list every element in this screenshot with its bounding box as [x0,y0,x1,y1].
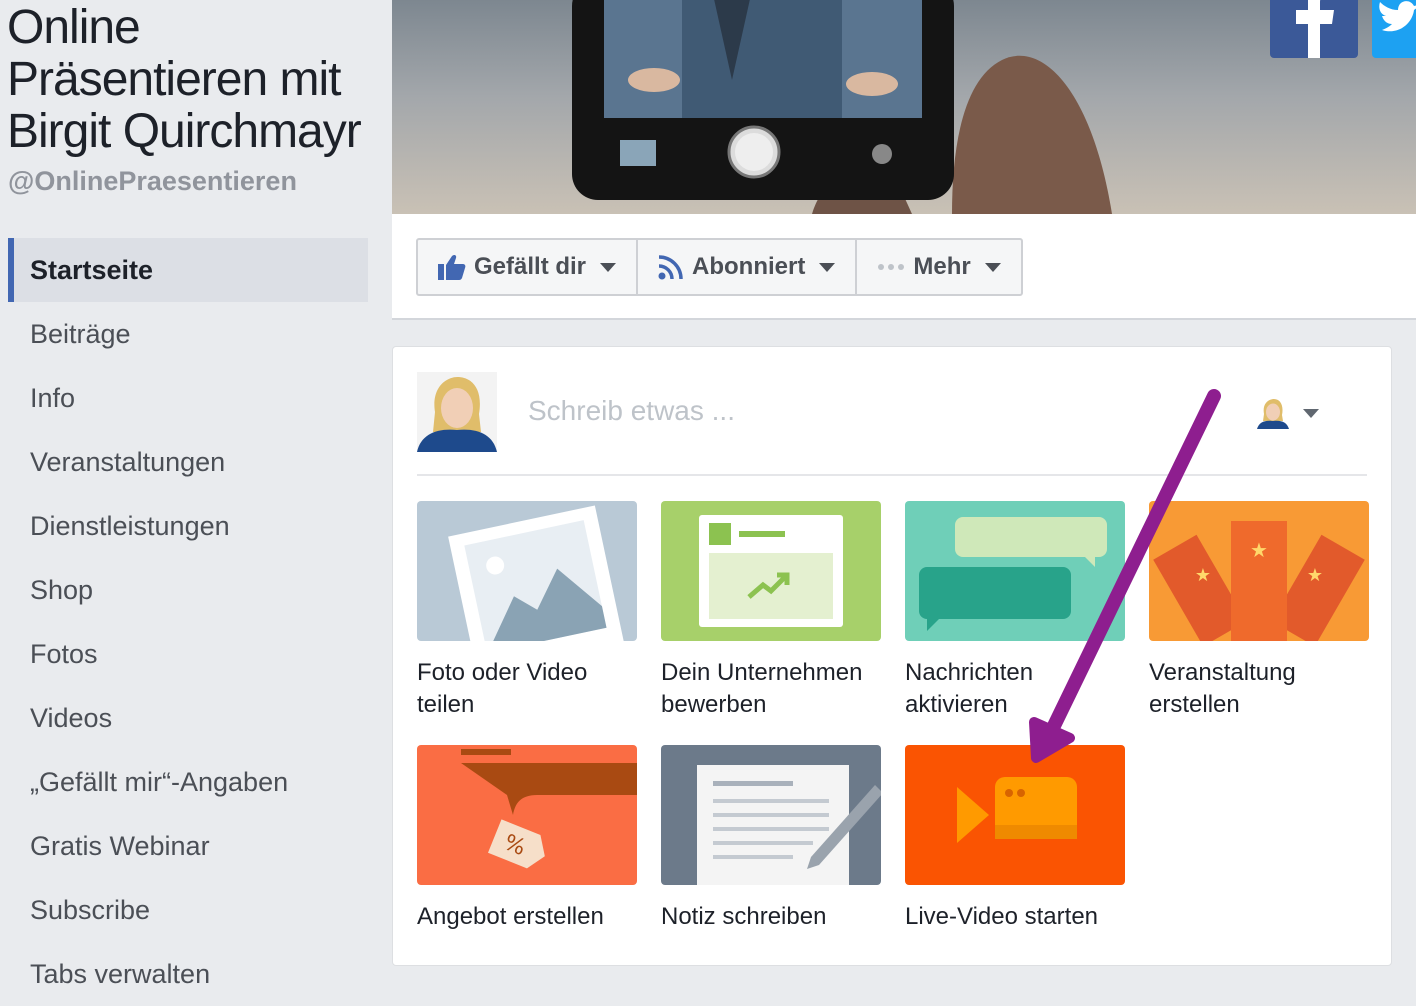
nav-item-veranstaltungen[interactable]: Veranstaltungen [8,430,368,494]
nav-item-likes[interactable]: „Gefällt mir“-Angaben [8,750,368,814]
tile-offer-label: Angebot erstellen [417,903,604,930]
tile-live-video-label: Live-Video starten [905,903,1099,930]
more-button[interactable]: Mehr [857,240,1020,294]
nav-item-dienstleistungen[interactable]: Dienstleistungen [8,494,368,558]
avatar[interactable] [417,372,497,452]
offer-icon: % [417,745,637,885]
tile-promote[interactable]: Dein Unternehmen bewerben [661,501,881,721]
ellipsis-icon [878,264,905,270]
post-composer: Schreib etwas ... Foto oder Video teilen [392,346,1392,966]
live-video-icon [905,745,1125,885]
page-actions: Gefällt dir Abonniert Mehr [416,238,1023,296]
svg-text:★: ★ [1195,565,1211,586]
note-icon [661,745,881,885]
nav-item-subscribe[interactable]: Subscribe [8,878,368,942]
follow-button-label: Abonniert [692,253,806,280]
messages-icon [905,501,1125,641]
facebook-icon[interactable] [1270,0,1358,58]
tile-event-label: Veranstaltung erstellen [1149,659,1296,718]
rss-icon [658,255,683,280]
event-icon: ★ ★ ★ [1149,501,1369,641]
avatar-small [1257,397,1289,429]
tile-photo-video-label: Foto oder Video teilen [417,659,588,718]
tile-promote-label: Dein Unternehmen bewerben [661,659,863,718]
nav-item-beitraege[interactable]: Beiträge [8,302,368,366]
chevron-down-icon [819,262,836,272]
thumbs-up-icon [438,254,466,280]
nav-item-startseite[interactable]: Startseite [8,238,368,302]
tile-photo-video[interactable]: Foto oder Video teilen [417,501,637,721]
tile-offer[interactable]: % Angebot erstellen [417,745,637,933]
tile-messages-label: Nachrichten aktivieren [905,659,1034,718]
page-action-bar: Gefällt dir Abonniert Mehr [392,214,1416,320]
tile-live-video[interactable]: Live-Video starten [905,745,1125,933]
chevron-down-icon [984,262,1001,272]
svg-text:★: ★ [1250,538,1268,562]
page-handle[interactable]: @OnlinePraesentieren [8,166,297,197]
tile-messages[interactable]: Nachrichten aktivieren [905,501,1125,721]
page-title: Online Präsentieren mit Birgit Quirchmay… [7,1,362,158]
chevron-down-icon [600,262,617,272]
tile-event[interactable]: ★ ★ ★ Veranstaltung erstellen [1149,501,1369,721]
twitter-icon[interactable] [1372,0,1416,58]
post-input[interactable]: Schreib etwas ... [528,395,735,427]
follow-button[interactable]: Abonniert [638,240,858,294]
more-button-label: Mehr [913,253,971,280]
like-button[interactable]: Gefällt dir [418,240,639,294]
cover-illustration [572,0,1112,214]
nav-item-webinar[interactable]: Gratis Webinar [8,814,368,878]
like-button-label: Gefällt dir [474,253,587,280]
svg-text:★: ★ [1307,565,1323,586]
page-nav: Startseite Beiträge Info Veranstaltungen… [8,238,368,1006]
cover-photo[interactable] [392,0,1416,214]
nav-item-shop[interactable]: Shop [8,558,368,622]
nav-item-tabs[interactable]: Tabs verwalten [8,942,368,1006]
nav-item-fotos[interactable]: Fotos [8,622,368,686]
photo-icon [417,501,637,641]
composer-divider [417,474,1367,476]
chevron-down-icon [1303,408,1319,418]
post-as-selector[interactable] [1257,397,1319,429]
nav-item-videos[interactable]: Videos [8,686,368,750]
promote-icon [661,501,881,641]
nav-item-info[interactable]: Info [8,366,368,430]
tile-note-label: Notiz schreiben [661,903,827,930]
tile-note[interactable]: Notiz schreiben [661,745,881,933]
